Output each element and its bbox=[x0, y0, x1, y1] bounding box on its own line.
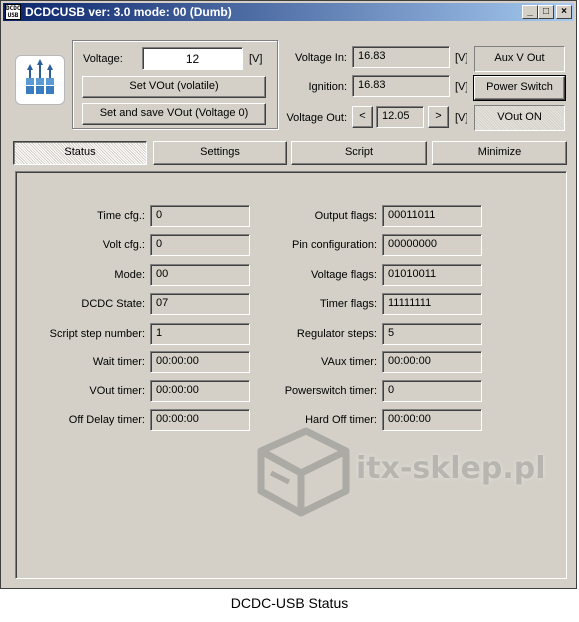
dcdc-state-value: 07 bbox=[150, 293, 250, 315]
voltage-flags-value: 01010011 bbox=[382, 264, 482, 286]
pin-configuration-label: Pin configuration: bbox=[292, 239, 377, 251]
maximize-window-button[interactable]: □ bbox=[538, 5, 554, 19]
tab-script[interactable]: Script bbox=[291, 141, 427, 165]
voltage-in-label: Voltage In: bbox=[295, 52, 347, 64]
watermark-text: itx-sklep.pl bbox=[356, 451, 546, 486]
timer-flags-label: Timer flags: bbox=[319, 298, 377, 310]
vaux-timer-value: 00:00:00 bbox=[382, 351, 482, 373]
off-delay-timer-value: 00:00:00 bbox=[150, 409, 250, 431]
powerswitch-timer-label: Powerswitch timer: bbox=[284, 385, 377, 397]
output-flags-label: Output flags: bbox=[314, 210, 377, 222]
title-bar[interactable]: DCDC USB DCDCUSB ver: 3.0 mode: 00 (Dumb… bbox=[3, 3, 574, 21]
voltage-out-label: Voltage Out: bbox=[286, 112, 347, 124]
voltage-flags-label: Voltage flags: bbox=[310, 269, 377, 281]
decrease-vout-button[interactable]: < bbox=[352, 106, 373, 128]
voltage-in-value: 16.83 bbox=[352, 46, 450, 68]
increase-vout-button[interactable]: > bbox=[428, 106, 449, 128]
vout-timer-label: VOut timer: bbox=[89, 385, 145, 397]
app-logo bbox=[15, 55, 65, 105]
vaux-timer-label: VAux timer: bbox=[320, 356, 377, 368]
window-title: DCDCUSB ver: 3.0 mode: 00 (Dumb) bbox=[25, 5, 232, 19]
timer-flags-value: 11111111 bbox=[382, 293, 482, 315]
tab-status[interactable]: Status bbox=[13, 141, 147, 165]
pin-configuration-value: 00000000 bbox=[382, 234, 482, 256]
minimize-window-button[interactable]: _ bbox=[522, 5, 538, 19]
voltage-label: Voltage: bbox=[83, 53, 123, 65]
regulator-steps-value: 5 bbox=[382, 323, 482, 345]
vout-timer-value: 00:00:00 bbox=[150, 380, 250, 402]
close-window-button[interactable]: × bbox=[556, 5, 572, 19]
off-delay-timer-label: Off Delay timer: bbox=[68, 414, 145, 426]
voltage-out-unit: [V] bbox=[455, 112, 467, 124]
regulator-steps-label: Regulator steps: bbox=[296, 328, 377, 340]
volt-cfg-value: 0 bbox=[150, 234, 250, 256]
watermark: itx-sklep.pl bbox=[251, 421, 546, 521]
dcdc-state-label: DCDC State: bbox=[81, 298, 145, 310]
time-cfg-label: Time cfg.: bbox=[97, 210, 145, 222]
set-vout-volatile-button[interactable]: Set VOut (volatile) bbox=[82, 76, 266, 98]
output-flags-value: 00011011 bbox=[382, 205, 482, 227]
ignition-value: 16.83 bbox=[352, 75, 450, 97]
tab-settings[interactable]: Settings bbox=[153, 141, 287, 165]
ignition-label: Ignition: bbox=[308, 81, 347, 93]
vout-on-indicator: VOut ON bbox=[474, 105, 565, 131]
voltage-unit: [V] bbox=[249, 53, 263, 65]
ignition-unit: [V] bbox=[455, 81, 467, 93]
powerswitch-timer-value: 0 bbox=[382, 380, 482, 402]
mode-value: 00 bbox=[150, 264, 250, 286]
wait-timer-value: 00:00:00 bbox=[150, 351, 250, 373]
power-switch-button[interactable]: Power Switch bbox=[473, 75, 566, 101]
aux-vout-indicator: Aux V Out bbox=[474, 46, 565, 72]
set-and-save-vout-button[interactable]: Set and save VOut (Voltage 0) bbox=[82, 103, 266, 125]
tab-minimize[interactable]: Minimize bbox=[432, 141, 567, 165]
voltage-input[interactable]: 12 bbox=[142, 47, 243, 70]
app-window: DCDC USB DCDCUSB ver: 3.0 mode: 00 (Dumb… bbox=[0, 0, 577, 589]
wait-timer-label: Wait timer: bbox=[92, 356, 145, 368]
time-cfg-value: 0 bbox=[150, 205, 250, 227]
script-step-value: 1 bbox=[150, 323, 250, 345]
volt-cfg-label: Volt cfg.: bbox=[102, 239, 145, 251]
figure-caption: DCDC-USB Status bbox=[230, 595, 349, 611]
script-step-label: Script step number: bbox=[49, 328, 145, 340]
voltage-in-unit: [V] bbox=[455, 52, 467, 64]
app-icon[interactable]: DCDC USB bbox=[5, 4, 21, 20]
dcdc-logo-icon bbox=[26, 59, 54, 94]
box-icon bbox=[257, 427, 350, 517]
mode-label: Mode: bbox=[114, 269, 145, 281]
voltage-out-value: 12.05 bbox=[376, 106, 424, 128]
